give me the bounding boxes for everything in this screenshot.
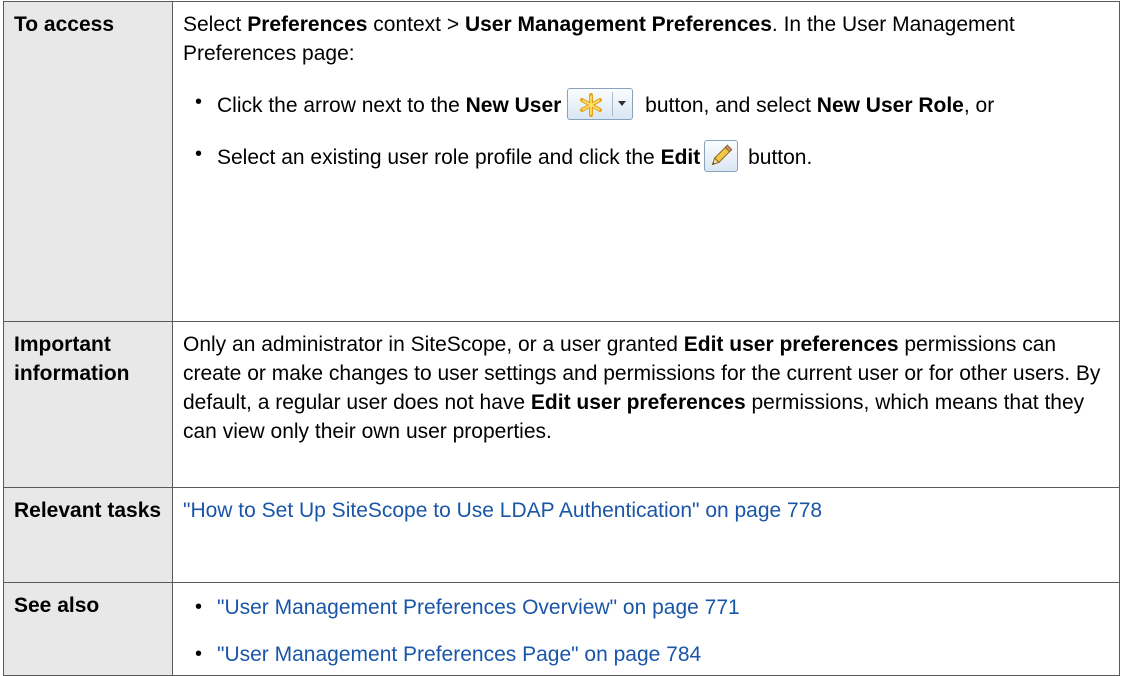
text: Only an administrator in SiteScope, or a… — [183, 333, 684, 356]
page-link[interactable]: "User Management Preferences Page" on pa… — [217, 643, 701, 666]
asterisk-star-icon — [580, 93, 603, 117]
bold-text: Edit user preferences — [683, 333, 899, 356]
text: Click the arrow next to the — [217, 94, 466, 117]
text: Select — [183, 13, 248, 36]
row-important-information: Important information Only an administra… — [3, 321, 1120, 488]
reference-table: To access Select Preferences context > U… — [3, 1, 1120, 676]
bold-text: New User Role — [816, 94, 964, 117]
edit-button[interactable] — [704, 140, 739, 172]
row-content: Select Preferences context > User Manage… — [172, 1, 1120, 322]
bold-text: Edit — [660, 146, 701, 169]
row-header: See also — [3, 582, 173, 676]
access-steps: Click the arrow next to the New User but… — [183, 88, 1109, 172]
bold-text: User Management Preferences — [464, 13, 772, 36]
row-content: "User Management Preferences Overview" o… — [172, 582, 1120, 676]
list-item: "User Management Preferences Overview" o… — [183, 593, 1109, 622]
caret-down-icon[interactable] — [618, 101, 627, 106]
row-to-access: To access Select Preferences context > U… — [3, 1, 1120, 322]
bold-text: Edit user preferences — [530, 391, 746, 414]
list-item: Click the arrow next to the New User but… — [183, 88, 1109, 120]
row-header: Relevant tasks — [3, 487, 173, 583]
split-divider — [612, 92, 614, 116]
pencil-icon — [711, 144, 733, 166]
text: button. — [742, 146, 813, 169]
text: Select an existing user role profile and… — [217, 146, 661, 169]
row-relevant-tasks: Relevant tasks "How to Set Up SiteScope … — [3, 487, 1120, 583]
new-user-button[interactable] — [567, 88, 634, 120]
overview-link[interactable]: "User Management Preferences Overview" o… — [217, 596, 740, 619]
bold-text: Preferences — [247, 13, 368, 36]
bold-text: New User — [465, 94, 562, 117]
access-intro: Select Preferences context > User Manage… — [183, 10, 1109, 68]
row-see-also: See also "User Management Preferences Ov… — [3, 582, 1120, 676]
row-content: "How to Set Up SiteScope to Use LDAP Aut… — [172, 487, 1120, 583]
row-header: To access — [3, 1, 173, 322]
see-also-list: "User Management Preferences Overview" o… — [183, 593, 1109, 669]
row-content: Only an administrator in SiteScope, or a… — [172, 321, 1120, 488]
info-text: Only an administrator in SiteScope, or a… — [183, 330, 1109, 446]
text: button, and select — [639, 94, 817, 117]
ldap-task-link[interactable]: "How to Set Up SiteScope to Use LDAP Aut… — [183, 499, 822, 522]
text: context > — [367, 13, 465, 36]
list-item: Select an existing user role profile and… — [183, 140, 1109, 172]
text: , or — [963, 94, 995, 117]
row-header: Important information — [3, 321, 173, 488]
